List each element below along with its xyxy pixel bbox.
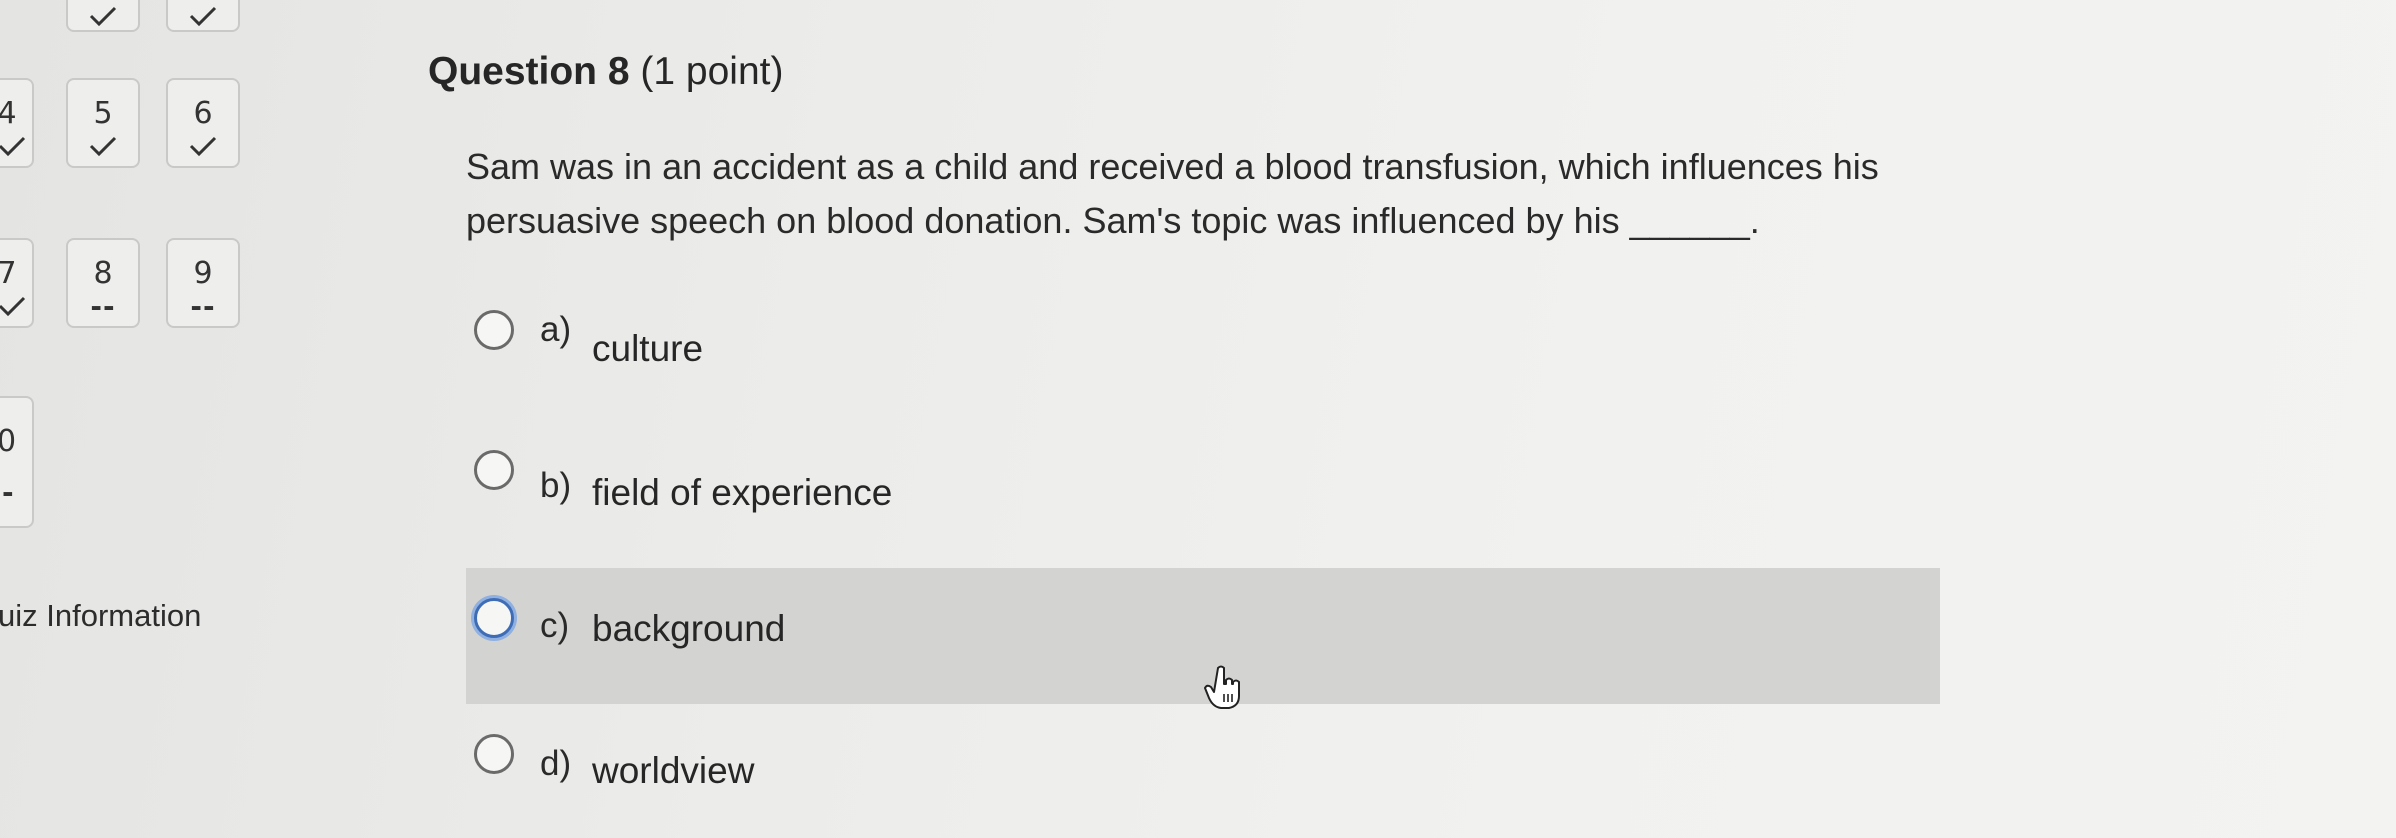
- question-text: Sam was in an accident as a child and re…: [466, 146, 1879, 241]
- option-letter: a): [540, 310, 572, 349]
- question-number: 10: [0, 424, 17, 459]
- question-number: 9: [193, 256, 213, 291]
- radio-button[interactable]: [474, 310, 514, 350]
- option-letter: b): [540, 466, 572, 505]
- option-text: background: [592, 608, 786, 649]
- answer-option-b[interactable]: b) field of experience: [466, 436, 1940, 566]
- question-nav-item-8[interactable]: 8 --: [66, 238, 140, 328]
- option-letter: c): [540, 606, 570, 645]
- question-nav-item[interactable]: [166, 0, 240, 32]
- question-nav-item-10[interactable]: 10 --: [0, 396, 34, 528]
- answered-check-icon: [0, 132, 32, 165]
- question-nav-item[interactable]: [66, 0, 140, 32]
- question-number: 6: [193, 96, 213, 131]
- radio-button[interactable]: [474, 734, 514, 774]
- question-nav-item-7[interactable]: 7: [0, 238, 34, 328]
- question-navigator: 4 5 6 7 8 -- 9 -- 10 -- uiz Information: [0, 0, 260, 838]
- hand-pointer-icon: [1204, 665, 1240, 709]
- option-text: worldview: [592, 750, 755, 791]
- quiz-information-link[interactable]: uiz Information: [0, 598, 201, 634]
- radio-button[interactable]: [474, 450, 514, 490]
- answered-check-icon: [0, 292, 32, 325]
- option-letter: d): [540, 744, 572, 783]
- question-nav-item-6[interactable]: 6: [166, 78, 240, 168]
- radio-button[interactable]: [474, 598, 514, 638]
- unanswered-status: --: [90, 290, 116, 323]
- unanswered-status: --: [0, 476, 15, 509]
- unanswered-status: --: [190, 290, 216, 323]
- question-number: 8: [93, 256, 113, 291]
- question-nav-item-4[interactable]: 4: [0, 78, 34, 168]
- question-number: 7: [0, 256, 17, 291]
- answer-option-d[interactable]: d) worldview: [466, 724, 1940, 832]
- question-nav-item-9[interactable]: 9 --: [166, 238, 240, 328]
- answered-check-icon: [68, 132, 138, 165]
- question-number: 5: [93, 96, 113, 131]
- question-nav-item-5[interactable]: 5: [66, 78, 140, 168]
- answer-option-a[interactable]: a) culture: [466, 290, 1940, 420]
- option-text: culture: [592, 328, 704, 369]
- question-number-label: Question 8: [428, 50, 630, 93]
- question-title: Question 8 (1 point): [428, 50, 783, 94]
- option-text: field of experience: [592, 472, 893, 513]
- answered-check-icon: [168, 132, 238, 165]
- question-number: 4: [0, 96, 17, 131]
- answer-option-c[interactable]: c) background: [466, 568, 1940, 704]
- question-points: (1 point): [640, 50, 784, 93]
- answered-check-icon: [168, 2, 238, 35]
- answered-check-icon: [68, 2, 138, 35]
